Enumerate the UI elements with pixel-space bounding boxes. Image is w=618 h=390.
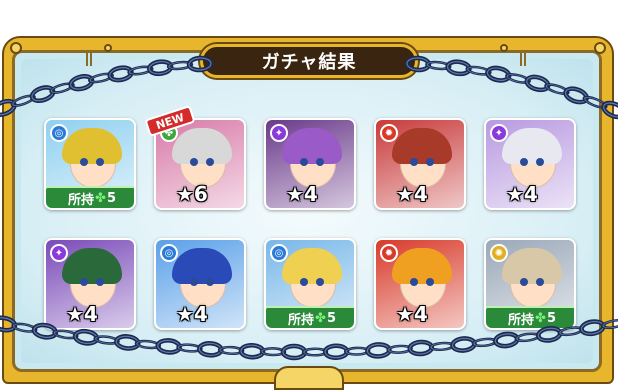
lock-badge bbox=[274, 366, 344, 390]
character-eye bbox=[410, 158, 418, 166]
result-card[interactable]: ✹ ★4 bbox=[374, 238, 466, 330]
bolt-icon bbox=[594, 42, 606, 54]
character-hair bbox=[62, 128, 122, 164]
character-eye bbox=[300, 278, 308, 286]
rarity-stars: ★4 bbox=[286, 182, 318, 206]
element-orb-icon: ✹ bbox=[380, 124, 398, 142]
character-eye bbox=[300, 158, 308, 166]
character-eye bbox=[96, 278, 104, 286]
rarity-stars: ★4 bbox=[176, 302, 208, 326]
owned-count: 5 bbox=[106, 190, 116, 206]
rarity-stars: ★4 bbox=[506, 182, 538, 206]
character-eye bbox=[426, 278, 434, 286]
character-eye bbox=[80, 278, 88, 286]
element-orb-icon: ✹ bbox=[380, 244, 398, 262]
character-eye bbox=[536, 158, 544, 166]
element-orb-icon: ✦ bbox=[50, 244, 68, 262]
owned-count-badge: 所持 ✤ 5 bbox=[266, 306, 354, 328]
element-orb-icon: ◎ bbox=[160, 244, 178, 262]
clover-icon: ✤ bbox=[95, 190, 106, 206]
result-card[interactable]: ◎ 所持 ✤ 5 bbox=[44, 118, 136, 210]
owned-label: 所持 bbox=[288, 312, 315, 328]
owned-count: 5 bbox=[546, 310, 556, 326]
element-orb-icon: ✦ bbox=[490, 124, 508, 142]
character-eye bbox=[190, 158, 198, 166]
bolt-icon bbox=[104, 44, 112, 52]
character-eye bbox=[206, 158, 214, 166]
character-eye bbox=[316, 158, 324, 166]
clover-icon: ✤ bbox=[535, 310, 546, 326]
character-eye bbox=[96, 158, 104, 166]
character-eye bbox=[536, 278, 544, 286]
result-card[interactable]: ◎ ★4 bbox=[154, 238, 246, 330]
character-eye bbox=[206, 278, 214, 286]
owned-label: 所持 bbox=[68, 192, 95, 208]
page-title: ガチャ結果 bbox=[261, 52, 357, 73]
clover-icon: ✤ bbox=[315, 310, 326, 326]
result-card[interactable]: ◎ 所持 ✤ 5 bbox=[264, 238, 356, 330]
character-eye bbox=[190, 278, 198, 286]
result-card[interactable]: ✹ ★4 bbox=[374, 118, 466, 210]
character-eye bbox=[410, 278, 418, 286]
owned-count-badge: 所持 ✤ 5 bbox=[486, 306, 574, 328]
character-eye bbox=[80, 158, 88, 166]
character-eye bbox=[520, 158, 528, 166]
owned-count-badge: 所持 ✤ 5 bbox=[46, 186, 134, 208]
frame-slot bbox=[86, 50, 92, 66]
character-eye bbox=[316, 278, 324, 286]
character-hair bbox=[282, 248, 342, 284]
character-hair bbox=[282, 128, 342, 164]
result-card[interactable]: ✦ ★4 bbox=[44, 238, 136, 330]
owned-label: 所持 bbox=[508, 312, 535, 328]
bolt-icon bbox=[500, 44, 508, 52]
character-hair bbox=[502, 128, 562, 164]
rarity-stars: ★6 bbox=[176, 182, 208, 206]
element-orb-icon: ✺ bbox=[490, 244, 508, 262]
result-card[interactable]: ✺ 所持 ✤ 5 bbox=[484, 238, 576, 330]
character-eye bbox=[426, 158, 434, 166]
rarity-stars: ★4 bbox=[66, 302, 98, 326]
element-orb-icon: ◎ bbox=[50, 124, 68, 142]
rarity-stars: ★4 bbox=[396, 302, 428, 326]
rarity-stars: ★4 bbox=[396, 182, 428, 206]
character-hair bbox=[62, 248, 122, 284]
result-card[interactable]: ✦ ★4 bbox=[264, 118, 356, 210]
element-orb-icon: ✦ bbox=[270, 124, 288, 142]
title-banner: ガチャ結果 bbox=[200, 44, 418, 78]
result-card[interactable]: ✤ ★6 bbox=[154, 118, 246, 210]
character-hair bbox=[392, 128, 452, 164]
element-orb-icon: ◎ bbox=[270, 244, 288, 262]
character-hair bbox=[172, 128, 232, 164]
character-hair bbox=[502, 248, 562, 284]
character-hair bbox=[392, 248, 452, 284]
character-eye bbox=[520, 278, 528, 286]
frame-slot bbox=[520, 50, 526, 66]
results-grid: ◎ 所持 ✤ 5 ✤ ★6 NEW ✦ ★4 ✹ ★4 ✦ ★4 ✦ ★4 ◎ ★4 ◎ 所持 ✤ 5 ✹ ★4 ✺ 所持 ✤ 5 bbox=[44, 105, 578, 336]
bolt-icon bbox=[10, 42, 22, 54]
character-hair bbox=[172, 248, 232, 284]
owned-count: 5 bbox=[326, 310, 336, 326]
result-card[interactable]: ✦ ★4 bbox=[484, 118, 576, 210]
